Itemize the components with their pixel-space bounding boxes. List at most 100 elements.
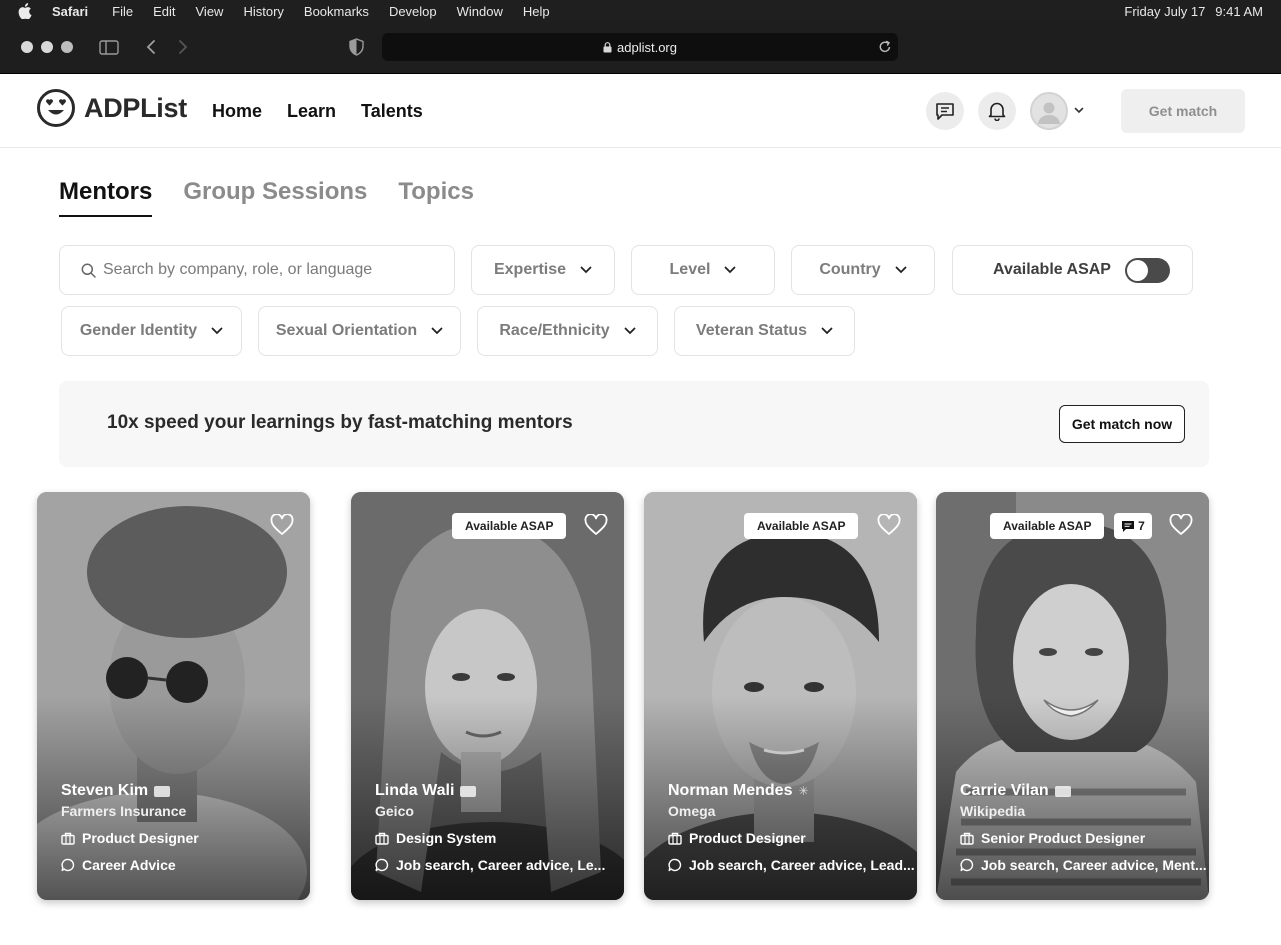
search-input[interactable] bbox=[103, 261, 423, 279]
mentor-company: Wikipedia bbox=[960, 803, 1026, 819]
url-text: adplist.org bbox=[617, 39, 677, 55]
mentor-card[interactable]: Steven Kim Farmers Insurance Product Des… bbox=[37, 492, 310, 900]
mentor-company: Geico bbox=[375, 803, 414, 819]
forward-icon[interactable] bbox=[178, 39, 188, 55]
menu-develop[interactable]: Develop bbox=[389, 4, 437, 19]
tab-mentors[interactable]: Mentors bbox=[59, 178, 153, 217]
search-field[interactable] bbox=[59, 245, 455, 295]
briefcase-icon bbox=[668, 832, 682, 845]
race-ethnicity-dropdown[interactable]: Race/Ethnicity bbox=[477, 306, 658, 356]
menu-file[interactable]: File bbox=[112, 4, 133, 19]
mentor-role: Product Designer bbox=[689, 830, 806, 846]
mentor-info: Carrie Vilan Wikipedia Senior Product De… bbox=[960, 782, 1207, 873]
bell-icon bbox=[988, 102, 1006, 121]
sexual-orientation-label: Sexual Orientation bbox=[275, 322, 418, 339]
back-icon[interactable] bbox=[146, 39, 156, 55]
shield-icon[interactable] bbox=[349, 38, 364, 56]
gender-identity-dropdown[interactable]: Gender Identity bbox=[61, 306, 242, 356]
mentor-name: Linda Wali bbox=[375, 782, 455, 799]
mentor-company: Omega bbox=[668, 803, 716, 819]
mentor-topics: Job search, Career advice, Ment... bbox=[981, 857, 1207, 873]
mentor-company: Farmers Insurance bbox=[61, 803, 187, 819]
main-nav: Home Learn Talents bbox=[212, 101, 423, 122]
speech-bubble-icon bbox=[960, 858, 974, 872]
veteran-status-dropdown[interactable]: Veteran Status bbox=[674, 306, 855, 356]
flag-icon bbox=[154, 785, 171, 797]
zoom-window-button[interactable] bbox=[61, 41, 73, 53]
mentor-role: Senior Product Designer bbox=[981, 830, 1146, 846]
fast-match-banner: 10x speed your learnings by fast-matchin… bbox=[59, 381, 1209, 467]
menubar-time: 9:41 AM bbox=[1215, 3, 1263, 19]
chevron-down-icon bbox=[211, 327, 223, 335]
notifications-button[interactable] bbox=[978, 92, 1016, 130]
os-menubar: Safari File Edit View History Bookmarks … bbox=[0, 0, 1281, 22]
sidebar-icon[interactable] bbox=[99, 40, 119, 55]
get-match-button[interactable]: Get match bbox=[1121, 89, 1245, 133]
nav-learn[interactable]: Learn bbox=[287, 101, 336, 122]
chevron-down-icon bbox=[725, 266, 736, 274]
available-asap-badge: Available ASAP bbox=[990, 513, 1105, 539]
heart-icon[interactable] bbox=[877, 514, 901, 536]
level-label: Level bbox=[669, 261, 711, 278]
available-asap-badge: Available ASAP bbox=[744, 513, 859, 539]
heart-icon[interactable] bbox=[270, 514, 294, 536]
heart-icon[interactable] bbox=[1169, 514, 1193, 536]
briefcase-icon bbox=[61, 832, 75, 845]
minimize-window-button[interactable] bbox=[41, 41, 53, 53]
mentor-info: Steven Kim Farmers Insurance Product Des… bbox=[61, 782, 199, 873]
avatar[interactable] bbox=[1030, 92, 1068, 130]
menubar-clock[interactable]: Friday July 17 9:41 AM bbox=[1124, 0, 1263, 22]
chevron-down-icon bbox=[821, 327, 833, 335]
get-match-now-button[interactable]: Get match now bbox=[1059, 405, 1185, 443]
site-header: ADPList Home Learn Talents Get match bbox=[0, 74, 1281, 148]
reload-icon[interactable] bbox=[878, 39, 892, 54]
expertise-label: Expertise bbox=[493, 261, 567, 278]
menu-bookmarks[interactable]: Bookmarks bbox=[304, 4, 369, 19]
mentor-info: Norman Mendes ✳ Omega Product Designer Jo… bbox=[668, 782, 915, 873]
adplist-logo[interactable]: ADPList bbox=[36, 88, 187, 128]
country-label: Country bbox=[819, 261, 881, 278]
mentor-topics: Job search, Career advice, Lead... bbox=[689, 857, 915, 873]
speech-bubble-icon bbox=[61, 858, 75, 872]
mentor-card[interactable]: Available ASAP 7 Carrie Vilan Wikipedia … bbox=[936, 492, 1209, 900]
nav-home[interactable]: Home bbox=[212, 101, 262, 122]
available-asap-label: Available ASAP bbox=[993, 261, 1111, 278]
menu-app-name[interactable]: Safari bbox=[52, 4, 88, 19]
race-ethnicity-label: Race/Ethnicity bbox=[499, 322, 610, 339]
mentor-name: Steven Kim bbox=[61, 782, 149, 799]
available-asap-badge: Available ASAP bbox=[452, 513, 567, 539]
tab-group-sessions[interactable]: Group Sessions bbox=[183, 178, 367, 217]
message-count: 7 bbox=[1138, 519, 1145, 533]
nav-talents[interactable]: Talents bbox=[361, 101, 423, 122]
apple-icon[interactable] bbox=[18, 3, 32, 19]
menu-history[interactable]: History bbox=[243, 4, 283, 19]
chevron-down-icon[interactable] bbox=[1074, 107, 1084, 114]
mentor-tabs: Mentors Group Sessions Topics bbox=[59, 178, 474, 217]
sexual-orientation-dropdown[interactable]: Sexual Orientation bbox=[258, 306, 461, 356]
logo-text: ADPList bbox=[84, 92, 187, 123]
tab-topics[interactable]: Topics bbox=[398, 178, 474, 217]
mentor-card[interactable]: Available ASAP Norman Mendes ✳ Omega Prod… bbox=[644, 492, 917, 900]
messages-button[interactable] bbox=[926, 92, 964, 130]
menu-view[interactable]: View bbox=[196, 4, 224, 19]
window-controls bbox=[21, 41, 73, 53]
expertise-dropdown[interactable]: Expertise bbox=[471, 245, 615, 295]
address-bar[interactable]: adplist.org bbox=[382, 33, 898, 61]
chat-icon bbox=[936, 102, 954, 120]
close-window-button[interactable] bbox=[21, 41, 33, 53]
heart-icon[interactable] bbox=[584, 514, 608, 536]
menu-help[interactable]: Help bbox=[523, 4, 550, 19]
menu-window[interactable]: Window bbox=[457, 4, 503, 19]
gender-identity-label: Gender Identity bbox=[79, 322, 198, 339]
lock-icon bbox=[603, 41, 612, 52]
available-asap-toggle[interactable] bbox=[1125, 257, 1170, 283]
menu-edit[interactable]: Edit bbox=[153, 4, 175, 19]
message-count-badge: 7 bbox=[1114, 513, 1152, 539]
level-dropdown[interactable]: Level bbox=[631, 245, 775, 295]
mentor-role: Design System bbox=[396, 830, 497, 846]
browser-toolbar: adplist.org bbox=[0, 22, 1281, 74]
mentor-card[interactable]: Available ASAP Linda Wali Geico Design S… bbox=[351, 492, 624, 900]
mentor-topics: Career Advice bbox=[82, 857, 176, 873]
banner-text: 10x speed your learnings by fast-matchin… bbox=[107, 412, 573, 433]
country-dropdown[interactable]: Country bbox=[791, 245, 935, 295]
